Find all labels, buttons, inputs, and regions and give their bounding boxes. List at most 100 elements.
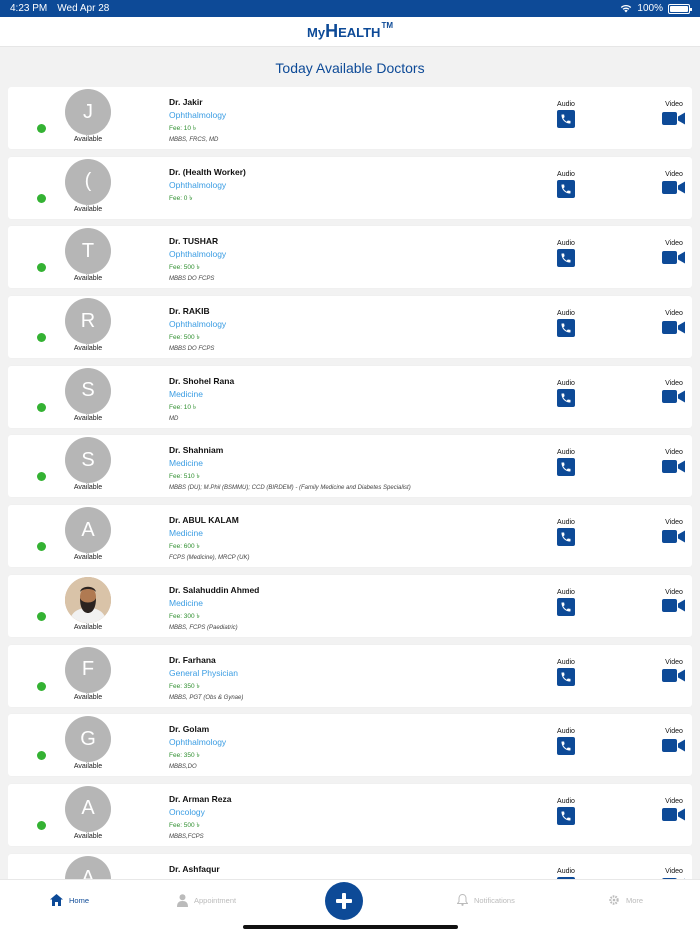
audio-call-button[interactable] [557, 319, 575, 338]
video-call-button[interactable] [662, 249, 686, 265]
availability-dot [37, 472, 46, 482]
audio-call-button[interactable] [557, 667, 575, 686]
doctor-avatar [65, 576, 111, 623]
video-call-button[interactable] [662, 807, 686, 823]
doctor-fee: Fee: 350 ৳ [169, 752, 200, 760]
video-camera-icon [662, 529, 685, 543]
doctor-specialty: Ophthalmology [169, 737, 227, 748]
doctor-fee: Fee: 500 ৳ [169, 334, 200, 342]
tab-more-label: More [626, 895, 644, 905]
doctor-name: Dr. TUSHAR [169, 236, 219, 247]
tab-appointment[interactable]: Appointment [177, 894, 236, 907]
doctor-icon [177, 894, 188, 907]
audio-call-button[interactable] [557, 110, 575, 128]
audio-label: Audio [557, 519, 575, 527]
doctor-card[interactable]: ( Available Dr. (Health Worker) Ophthalm… [8, 156, 692, 219]
doctor-card[interactable]: R Available Dr. RAKIB Ophthalmology Fee:… [8, 296, 692, 359]
avatar-initial: G [80, 727, 96, 750]
doctor-fee: Fee: 350 ৳ [169, 682, 200, 690]
video-label: Video [665, 101, 683, 108]
battery-percent: 100% [637, 3, 663, 14]
doctor-list[interactable]: J Available Dr. Jakir Ophthalmology Fee:… [8, 87, 692, 879]
doctor-avatar: S [65, 367, 111, 414]
status-date: Wed Apr 28 [57, 3, 110, 14]
doctor-fee: Fee: 510 ৳ [169, 473, 200, 481]
video-label: Video [665, 728, 683, 736]
doctor-degrees: MBBS,FCPS [169, 833, 204, 840]
availability-dot [37, 333, 46, 343]
tab-home-label: Home [69, 895, 90, 905]
doctor-specialty: General Physician [169, 667, 238, 678]
audio-label: Audio [557, 797, 575, 805]
avatar-initial: A [81, 518, 95, 541]
doctor-name: Dr. Golam [169, 724, 210, 735]
audio-label: Audio [557, 449, 575, 457]
video-label: Video [665, 867, 683, 875]
doctor-card[interactable]: J Available Dr. Jakir Ophthalmology Fee:… [8, 87, 692, 149]
home-icon [50, 894, 63, 906]
doctor-card[interactable]: S Available Dr. Shohel Rana Medicine Fee… [8, 365, 692, 428]
doctor-specialty: Ophthalmology [169, 249, 227, 260]
doctor-card[interactable]: T Available Dr. TUSHAR Ophthalmology Fee… [8, 226, 692, 289]
video-camera-icon [662, 111, 685, 125]
audio-label: Audio [557, 379, 575, 387]
avatar-initial: A [81, 797, 95, 820]
doctor-card[interactable]: F Available Dr. Farhana General Physicia… [8, 644, 692, 707]
tab-home[interactable]: Home [50, 894, 89, 906]
video-call-button[interactable] [662, 528, 686, 544]
doctor-card[interactable]: Available Dr. Salahuddin Ahmed Medicine … [8, 574, 692, 637]
doctor-degrees: MBBS,DO [169, 764, 197, 771]
doctor-card[interactable]: A Available Dr. Arman Reza Oncology Fee:… [8, 783, 692, 846]
doctor-degrees: FCPS (Medicine), MRCP (UK) [169, 555, 250, 562]
video-call-button[interactable] [662, 180, 686, 196]
phone-icon [561, 114, 571, 124]
video-label: Video [665, 379, 683, 387]
doctor-card[interactable]: S Available Dr. Shahniam Medicine Fee: 5… [8, 435, 692, 498]
video-call-button[interactable] [662, 458, 686, 474]
audio-call-button[interactable] [557, 528, 575, 547]
doctor-avatar: G [65, 716, 111, 763]
video-label: Video [665, 240, 683, 248]
availability-label: Available [73, 136, 103, 143]
phone-icon [561, 672, 571, 681]
audio-call-button[interactable] [557, 179, 575, 198]
audio-call-button[interactable] [557, 597, 575, 616]
tab-more[interactable]: More [608, 894, 643, 906]
video-label: Video [665, 519, 683, 527]
video-call-button[interactable] [662, 110, 686, 126]
audio-call-button[interactable] [557, 249, 575, 268]
video-call-button[interactable] [662, 598, 686, 614]
doctor-fee: Fee: 10 ৳ [169, 403, 197, 411]
doctor-degrees: MBBS, PGT (Obs & Gynae) [169, 694, 244, 701]
phone-icon [561, 602, 571, 612]
audio-call-button[interactable] [557, 388, 575, 407]
doctor-name: Dr. Ashfaqur [169, 863, 220, 874]
audio-call-button[interactable] [557, 806, 575, 825]
video-call-button[interactable] [662, 389, 686, 405]
doctor-name: Dr. Farhana [169, 654, 216, 665]
doctor-degrees: MBBS (DU); M.Phil (BSMMU); CCD (BIRDEM) … [169, 485, 411, 492]
status-bar: 4:23 PM Wed Apr 28 100% [0, 0, 700, 17]
avatar-initial: A [81, 867, 95, 879]
phone-icon [561, 253, 571, 263]
audio-call-button[interactable] [557, 737, 575, 756]
video-call-button[interactable] [662, 319, 686, 335]
doctor-card[interactable]: A Available Dr. ABUL KALAM Medicine Fee:… [8, 505, 692, 568]
bell-icon [457, 894, 468, 906]
doctor-degrees: MBBS, FCPS (Paediatric) [169, 624, 238, 631]
audio-label: Audio [557, 310, 575, 318]
availability-dot [37, 124, 46, 133]
doctor-specialty: Ophthalmology [169, 110, 227, 120]
phone-icon [561, 532, 571, 542]
availability-label: Available [73, 554, 103, 562]
doctor-fee: Fee: 300 ৳ [169, 612, 200, 620]
phone-icon [561, 184, 571, 194]
tab-notifications[interactable]: Notifications [457, 894, 515, 906]
audio-call-button[interactable] [557, 458, 575, 477]
video-call-button[interactable] [662, 668, 686, 684]
doctor-card[interactable]: G Available Dr. Golam Ophthalmology Fee:… [8, 714, 692, 777]
doctor-name: Dr. Shahniam [169, 445, 224, 456]
add-button[interactable] [325, 882, 363, 920]
video-call-button[interactable] [662, 737, 686, 753]
doctor-card[interactable]: A Available Dr. Ashfaqur Diabetic/Endocr… [8, 853, 692, 879]
